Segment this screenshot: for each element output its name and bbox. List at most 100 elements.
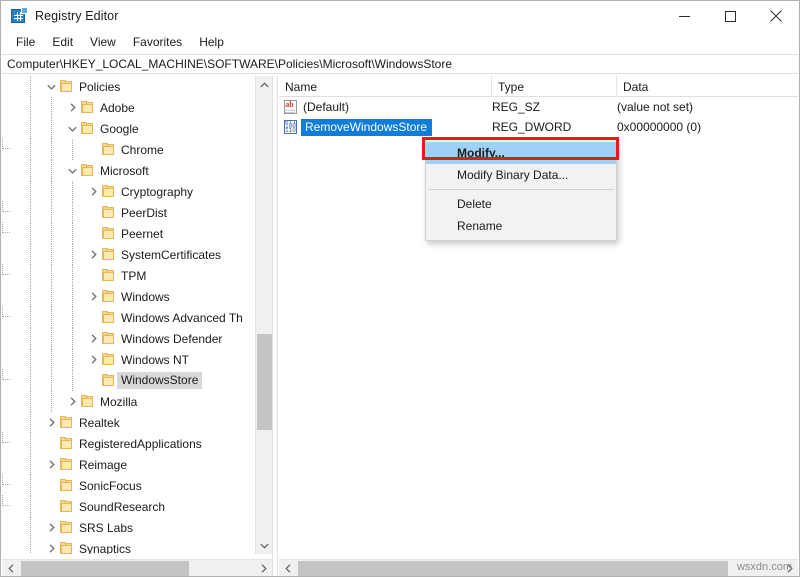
tree-item-label: Adobe [96, 101, 135, 115]
tree-item[interactable]: SRS Labs [2, 517, 254, 538]
tree-leaf-connector [44, 496, 59, 517]
scroll-left-icon[interactable] [279, 560, 296, 577]
value-type: REG_SZ [492, 100, 540, 114]
tree-item-selected[interactable]: WindowsStore [2, 370, 254, 391]
tree-item[interactable]: Windows Advanced Th [2, 307, 254, 328]
tree-item-label: Mozilla [96, 395, 137, 409]
tree-item[interactable]: Windows NT [2, 349, 254, 370]
tree-leaf-connector [86, 307, 101, 328]
value-type: REG_DWORD [492, 120, 571, 134]
tree-guide-line [30, 160, 31, 181]
tree-item[interactable]: Microsoft [2, 160, 254, 181]
tree-item-label: SonicFocus [75, 479, 142, 493]
tree-guide-line [30, 454, 31, 475]
chevron-right-icon[interactable] [44, 412, 59, 433]
menu-view[interactable]: View [82, 33, 125, 52]
tree-item[interactable]: TPM [2, 265, 254, 286]
tree-horizontal-scrollbar[interactable] [2, 559, 272, 576]
tree-item[interactable]: Chrome [2, 139, 254, 160]
tree-guide-line [30, 475, 31, 496]
tree-item[interactable]: SonicFocus [2, 475, 254, 496]
maximize-icon[interactable] [707, 1, 753, 31]
column-header-name[interactable]: Name [279, 76, 492, 97]
registry-editor-icon [11, 8, 27, 24]
tree-guide-line [30, 202, 31, 223]
tree-item[interactable]: Synaptics [2, 538, 254, 554]
menu-bar: File Edit View Favorites Help [1, 31, 799, 53]
chevron-right-icon[interactable] [65, 97, 80, 118]
tree-guide-line [51, 391, 52, 412]
chevron-right-icon[interactable] [86, 181, 101, 202]
scroll-down-icon[interactable] [256, 537, 272, 554]
chevron-right-icon[interactable] [44, 517, 59, 538]
tree-item[interactable]: SystemCertificates [2, 244, 254, 265]
tree-item[interactable]: Google [2, 118, 254, 139]
tree-item-label: Peernet [117, 227, 163, 241]
folder-icon [80, 164, 95, 177]
table-row[interactable]: ab(Default)REG_SZ(value not set) [279, 97, 798, 117]
tree-guide-line [72, 202, 73, 223]
scroll-up-icon[interactable] [256, 76, 272, 93]
chevron-right-icon[interactable] [86, 349, 101, 370]
table-row[interactable]: 011100110RemoveWindowsStoreREG_DWORD0x00… [279, 117, 798, 137]
folder-icon [59, 458, 74, 471]
chevron-down-icon[interactable] [44, 76, 59, 97]
tree-item[interactable]: Policies [2, 76, 254, 97]
tree-item[interactable]: RegisteredApplications [2, 433, 254, 454]
folder-icon [101, 290, 116, 303]
tree-item-label: Microsoft [96, 164, 149, 178]
tree-leaf-connector [44, 433, 59, 454]
context-menu-item[interactable]: Delete [426, 193, 616, 215]
chevron-right-icon[interactable] [44, 454, 59, 475]
minimize-icon[interactable] [661, 1, 707, 31]
context-menu-item[interactable]: Rename [426, 215, 616, 237]
tree-guide-line [30, 118, 31, 139]
context-menu-item-label: Modify... [457, 146, 505, 160]
tree-item[interactable]: Peernet [2, 223, 254, 244]
chevron-right-icon[interactable] [86, 328, 101, 349]
tree-item-label: Realtek [75, 416, 120, 430]
chevron-down-icon[interactable] [65, 118, 80, 139]
tree-item[interactable]: Cryptography [2, 181, 254, 202]
menu-edit[interactable]: Edit [44, 33, 82, 52]
tree-item[interactable]: Windows Defender [2, 328, 254, 349]
tree-item-label: Cryptography [117, 185, 193, 199]
tree-item[interactable]: Mozilla [2, 391, 254, 412]
list-hscroll-thumb[interactable] [298, 561, 728, 576]
chevron-right-icon[interactable] [86, 286, 101, 307]
menu-file[interactable]: File [8, 33, 44, 52]
menu-help[interactable]: Help [191, 33, 233, 52]
tree-item-label: SRS Labs [75, 521, 133, 535]
tree-guide-line [30, 244, 31, 265]
close-icon[interactable] [753, 1, 799, 31]
pane-splitter[interactable] [272, 76, 278, 576]
tree-guide-line [72, 244, 73, 265]
list-horizontal-scrollbar[interactable] [279, 559, 798, 576]
column-header-data[interactable]: Data [617, 76, 798, 97]
column-header-type[interactable]: Type [492, 76, 617, 97]
chevron-right-icon[interactable] [65, 391, 80, 412]
address-bar[interactable]: Computer\HKEY_LOCAL_MACHINE\SOFTWARE\Pol… [2, 54, 798, 74]
tree-guide-line [30, 496, 31, 517]
tree-scroll-thumb[interactable] [257, 334, 272, 430]
scroll-right-icon[interactable] [255, 560, 272, 576]
menu-favorites[interactable]: Favorites [125, 33, 191, 52]
tree-hscroll-thumb[interactable] [21, 561, 189, 576]
folder-icon [59, 80, 74, 93]
context-menu-item[interactable]: Modify... [426, 142, 616, 164]
tree-vertical-scrollbar[interactable] [255, 76, 272, 554]
scroll-left-icon[interactable] [2, 560, 19, 576]
tree-item[interactable]: Reimage [2, 454, 254, 475]
tree-item[interactable]: Realtek [2, 412, 254, 433]
chevron-right-icon[interactable] [44, 538, 59, 554]
tree-item[interactable]: SoundResearch [2, 496, 254, 517]
tree-guide-line [30, 349, 31, 370]
tree-item[interactable]: Windows [2, 286, 254, 307]
tree-item[interactable]: PeerDist [2, 202, 254, 223]
context-menu-item[interactable]: Modify Binary Data... [426, 164, 616, 186]
chevron-down-icon[interactable] [65, 160, 80, 181]
tree-item[interactable]: Adobe [2, 97, 254, 118]
watermark: wsxdn.com [737, 561, 792, 573]
chevron-right-icon[interactable] [86, 244, 101, 265]
tree-leaf-connector [86, 139, 101, 160]
